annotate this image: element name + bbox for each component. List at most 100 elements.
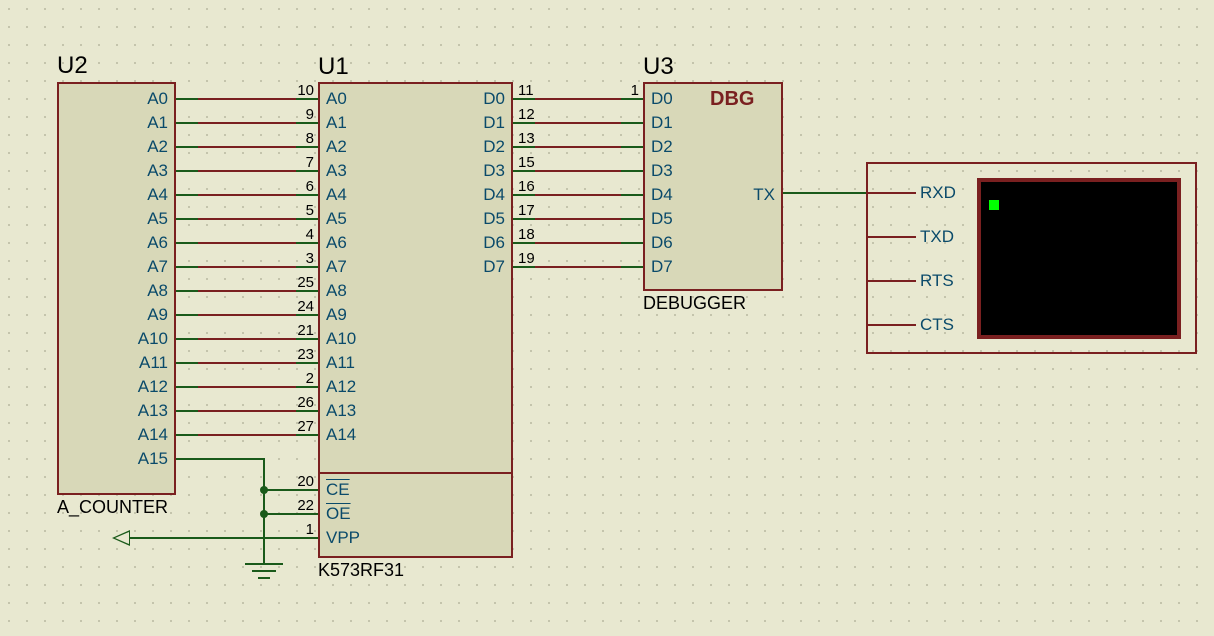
bus-wire bbox=[176, 434, 198, 436]
u1-pin-a11: A11 bbox=[326, 353, 355, 373]
u3-pin-d7: D7 bbox=[651, 257, 673, 277]
u1-pin-ce: CE bbox=[326, 480, 350, 500]
bus-wire bbox=[176, 338, 198, 340]
bus-wire bbox=[535, 98, 621, 100]
wire-a15-ext bbox=[236, 458, 265, 460]
bus-wire bbox=[513, 98, 535, 100]
u2-pin-a15: A15 bbox=[118, 449, 168, 469]
u2-pin-a9: A9 bbox=[118, 305, 168, 325]
bus-wire bbox=[198, 170, 296, 172]
bus-wire bbox=[621, 218, 643, 220]
bus-wire bbox=[198, 434, 296, 436]
u1-num-a4: 6 bbox=[268, 178, 314, 195]
u2-pin-a8: A8 bbox=[118, 281, 168, 301]
u1-rnum-d7: 19 bbox=[518, 250, 535, 267]
u1-rnum-d5: 17 bbox=[518, 202, 535, 219]
u3-pin-d6: D6 bbox=[651, 233, 673, 253]
u1-divider bbox=[318, 472, 513, 474]
u1-pin-d7: D7 bbox=[455, 257, 505, 277]
bus-wire bbox=[621, 194, 643, 196]
u1-num-a13: 26 bbox=[268, 394, 314, 411]
bus-wire bbox=[176, 170, 198, 172]
u1-pin-d4: D4 bbox=[455, 185, 505, 205]
u2-name: A_COUNTER bbox=[57, 497, 168, 518]
bus-wire bbox=[296, 98, 318, 100]
u1-ref: U1 bbox=[318, 53, 349, 81]
u3-dbg-label: DBG bbox=[710, 88, 754, 111]
term-tick-txd bbox=[886, 236, 916, 238]
u3-num-d0: 1 bbox=[593, 82, 639, 99]
u2-pin-a2: A2 bbox=[118, 137, 168, 157]
bus-wire bbox=[296, 122, 318, 124]
bus-wire bbox=[176, 266, 198, 268]
bus-wire bbox=[296, 266, 318, 268]
bus-wire bbox=[513, 170, 535, 172]
u3-pin-d1: D1 bbox=[651, 113, 673, 133]
bus-wire bbox=[513, 218, 535, 220]
bus-wire bbox=[198, 242, 296, 244]
bus-wire bbox=[198, 122, 296, 124]
bus-wire bbox=[513, 194, 535, 196]
wire-ce-stub bbox=[264, 489, 318, 491]
bus-wire bbox=[198, 290, 296, 292]
bus-wire bbox=[176, 410, 198, 412]
bus-wire bbox=[296, 362, 318, 364]
bus-wire bbox=[621, 98, 643, 100]
bus-wire bbox=[621, 146, 643, 148]
u1-pin-a1: A1 bbox=[326, 113, 347, 133]
bus-wire bbox=[198, 410, 296, 412]
bus-wire bbox=[513, 266, 535, 268]
bus-wire bbox=[296, 170, 318, 172]
u1-pin-a3: A3 bbox=[326, 161, 347, 181]
u3-name: DEBUGGER bbox=[643, 293, 746, 314]
u3-pin-d3: D3 bbox=[651, 161, 673, 181]
bus-wire bbox=[535, 170, 621, 172]
u1-num-a7: 3 bbox=[268, 250, 314, 267]
u1-pin-a12: A12 bbox=[326, 377, 356, 397]
u2-pin-a13: A13 bbox=[118, 401, 168, 421]
bus-wire bbox=[198, 266, 296, 268]
term-pin-rxd: RXD bbox=[920, 183, 956, 203]
junction-oe bbox=[260, 510, 268, 518]
u1-pin-a6: A6 bbox=[326, 233, 347, 253]
u2-pin-a1: A1 bbox=[118, 113, 168, 133]
u1-num-vpp: 1 bbox=[268, 521, 314, 538]
bus-wire bbox=[176, 386, 198, 388]
bus-wire bbox=[296, 242, 318, 244]
u3-pin-tx: TX bbox=[725, 185, 775, 205]
bus-wire bbox=[176, 290, 198, 292]
u1-rnum-d1: 12 bbox=[518, 106, 535, 123]
u1-pin-a5: A5 bbox=[326, 209, 347, 229]
bus-wire bbox=[198, 362, 296, 364]
bus-wire bbox=[535, 218, 621, 220]
u1-num-a1: 9 bbox=[268, 106, 314, 123]
u2-pin-a4: A4 bbox=[118, 185, 168, 205]
bus-wire bbox=[513, 146, 535, 148]
junction-ce bbox=[260, 486, 268, 494]
bus-wire bbox=[621, 122, 643, 124]
u3-ref: U3 bbox=[643, 53, 674, 81]
wire-a15-stub bbox=[176, 458, 236, 460]
bus-wire bbox=[621, 170, 643, 172]
u1-pin-a14: A14 bbox=[326, 425, 356, 445]
u2-pin-a12: A12 bbox=[118, 377, 168, 397]
bus-wire bbox=[296, 146, 318, 148]
bus-wire bbox=[513, 242, 535, 244]
bus-wire bbox=[535, 194, 621, 196]
u3-pin-d4: D4 bbox=[651, 185, 673, 205]
u1-num-a3: 7 bbox=[268, 154, 314, 171]
bus-wire bbox=[198, 338, 296, 340]
u1-pin-a10: A10 bbox=[326, 329, 356, 349]
u2-pin-a5: A5 bbox=[118, 209, 168, 229]
bus-wire bbox=[621, 242, 643, 244]
u2-pin-a7: A7 bbox=[118, 257, 168, 277]
u3-pin-d5: D5 bbox=[651, 209, 673, 229]
u1-pin-a0: A0 bbox=[326, 89, 347, 109]
u1-pin-d2: D2 bbox=[455, 137, 505, 157]
u1-num-oe: 22 bbox=[268, 497, 314, 514]
bus-wire bbox=[296, 434, 318, 436]
bus-wire bbox=[176, 314, 198, 316]
bus-wire bbox=[296, 218, 318, 220]
bus-wire bbox=[198, 194, 296, 196]
u2-pin-a6: A6 bbox=[118, 233, 168, 253]
